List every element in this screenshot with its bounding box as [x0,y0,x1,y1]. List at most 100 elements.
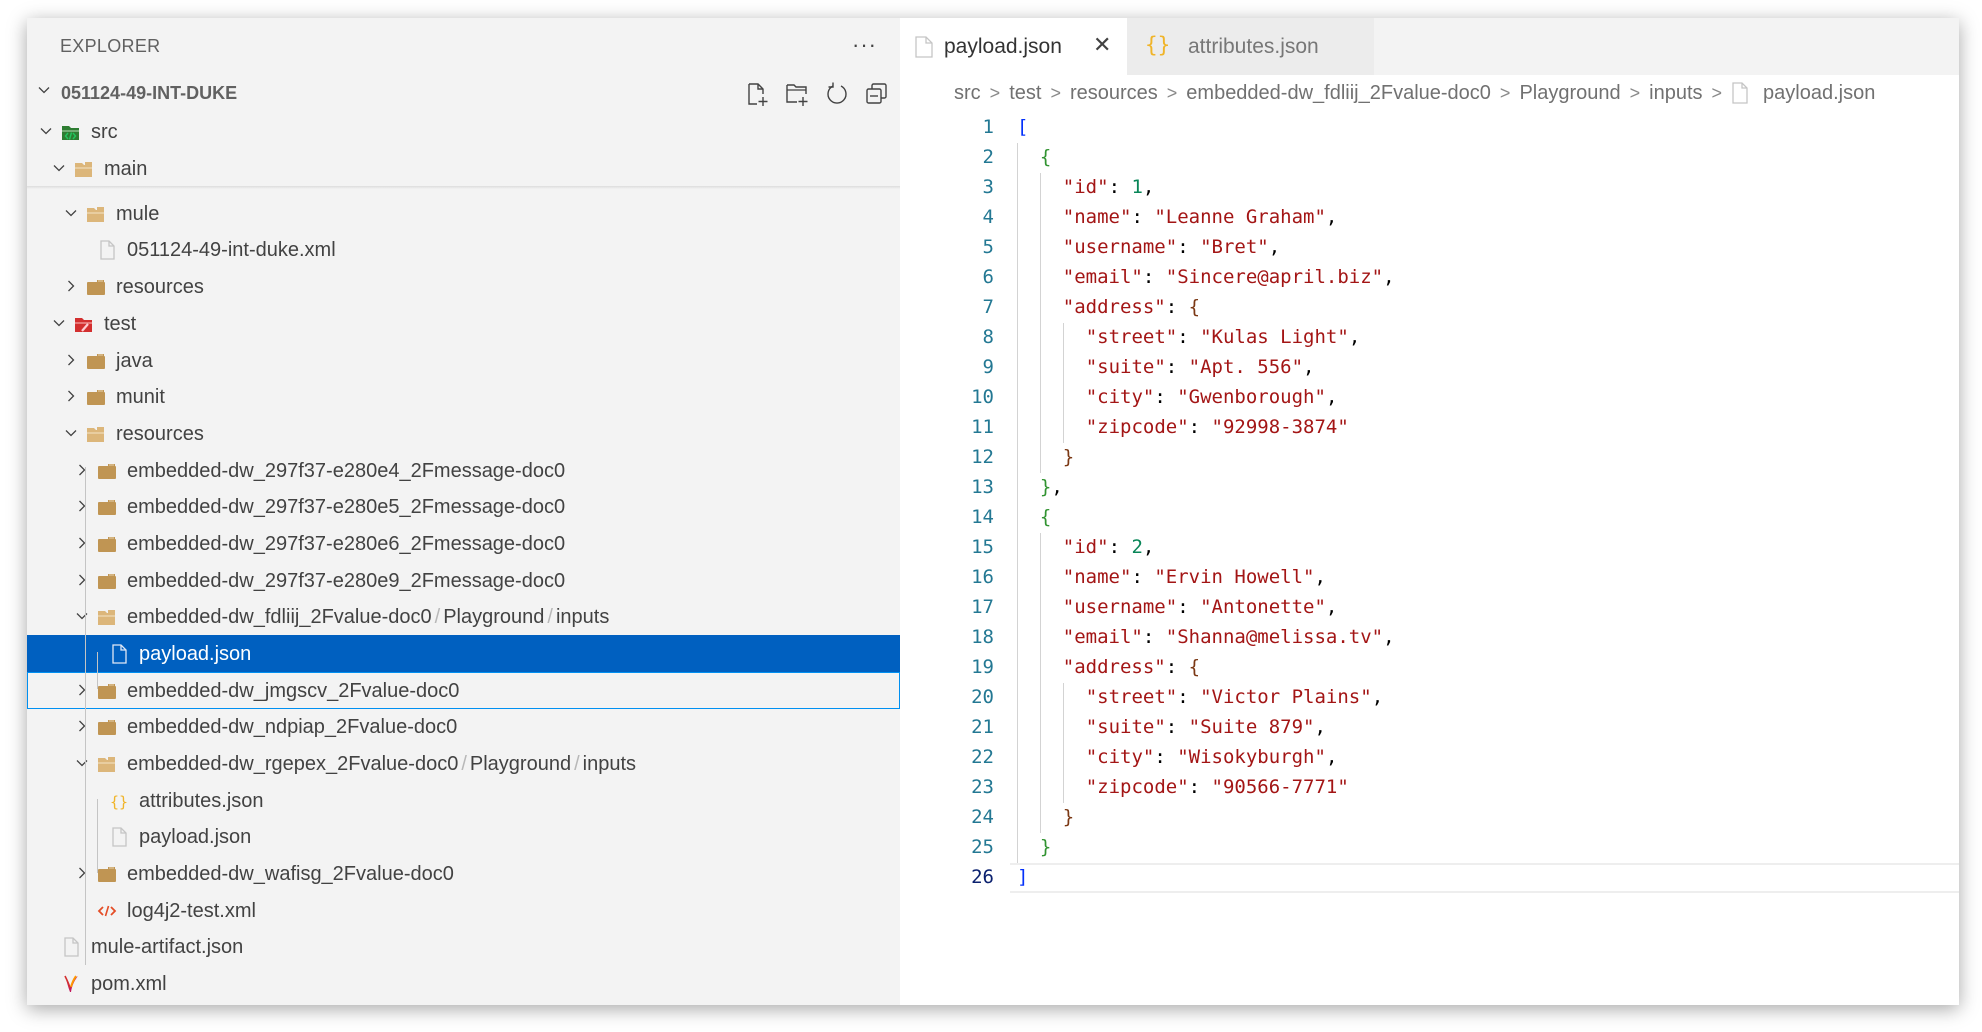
code-line[interactable]: 5 "username": "Bret", [900,233,1959,263]
chevron-right-icon[interactable] [75,499,89,513]
tree-file-item[interactable]: pom.xml [27,965,900,1002]
chevron-right-icon[interactable] [75,866,89,880]
chevron-down-icon[interactable] [39,124,53,138]
line-number: 14 [971,506,994,528]
code-line[interactable]: 14 { [900,503,1959,533]
breadcrumb-src[interactable]: src [954,82,981,105]
chevron-right-icon[interactable] [75,463,89,477]
bracket: { [1188,656,1201,678]
code-line[interactable]: 26] [900,863,1959,893]
compact-folder-segment[interactable]: Playground [443,606,544,628]
file-icon [915,36,933,58]
tree-file-item[interactable]: log4j2-test.xml [27,892,900,929]
chevron-right-icon[interactable] [75,683,89,697]
tree-folder-item[interactable]: embedded-dw_297f37-e280e9_2Fmessage-doc0 [27,562,900,599]
code-line[interactable]: 12} [900,443,1959,473]
code-line[interactable]: 24} [900,803,1959,833]
code-line[interactable]: 20 "street": "Victor Plains", [900,683,1959,713]
tree-file-item[interactable]: payload.json [27,635,900,672]
more-actions-button[interactable]: ··· [852,32,877,58]
tree-folder-item[interactable]: embedded-dw_297f37-e280e4_2Fmessage-doc0 [27,452,900,489]
tab-payload-json[interactable]: payload.json ✕ [900,18,1127,75]
json-string: "Bret" [1200,236,1269,258]
tree-folder-item[interactable]: mule [27,195,900,232]
code-text: "username": "Bret", [1063,236,1280,258]
chevron-down-icon[interactable] [75,609,89,623]
tree-folder-item[interactable]: embedded-dw_fdliij_2Fvalue-doc0/Playgrou… [27,598,900,635]
code-line[interactable]: 17 "username": "Antonette", [900,593,1959,623]
chevron-right-icon[interactable] [64,353,78,367]
breadcrumb-folder[interactable]: embedded-dw_fdliij_2Fvalue-doc0 [1186,82,1491,105]
tree-folder-item[interactable]: munit [27,378,900,415]
tree-folder-item[interactable]: test [27,305,900,342]
close-tab-icon[interactable]: ✕ [1093,32,1111,58]
new-file-icon[interactable] [744,81,770,107]
breadcrumb-inputs[interactable]: inputs [1649,82,1702,105]
code-line[interactable]: 4 "name": "Leanne Graham", [900,203,1959,233]
code-line[interactable]: 25} [900,833,1959,863]
chevron-down-icon[interactable] [75,756,89,770]
tree-item-name: munit [116,386,165,408]
breadcrumb-test[interactable]: test [1009,82,1041,105]
tree-file-item[interactable]: {} attributes.json [27,782,900,819]
new-folder-icon[interactable] [784,81,810,107]
code-line[interactable]: 3 "id": 1, [900,173,1959,203]
code-line[interactable]: 10 "city": "Gwenborough", [900,383,1959,413]
tree-item-name: embedded-dw_jmgscv_2Fvalue-doc0 [127,680,460,702]
tree-file-item[interactable]: mule-artifact.json [27,928,900,965]
code-line[interactable]: 22 "city": "Wisokyburgh", [900,743,1959,773]
code-line[interactable]: 21 "suite": "Suite 879", [900,713,1959,743]
chevron-right-icon[interactable] [64,279,78,293]
compact-folder-segment[interactable]: inputs [583,753,636,775]
chevron-right-icon[interactable] [64,389,78,403]
line-number: 19 [971,656,994,678]
indent-guide [1017,533,1018,563]
breadcrumb-file[interactable]: payload.json [1763,82,1875,105]
tree-folder-item[interactable]: embedded-dw_297f37-e280e5_2Fmessage-doc0 [27,488,900,525]
tree-folder-item[interactable]: embedded-dw_jmgscv_2Fvalue-doc0 [27,672,900,709]
code-line[interactable]: 6 "email": "Sincere@april.biz", [900,263,1959,293]
tree-folder-item[interactable]: embedded-dw_rgepex_2Fvalue-doc0/Playgrou… [27,745,900,782]
code-line[interactable]: 2{ [900,143,1959,173]
tree-folder-item[interactable]: embedded-dw_297f37-e280e6_2Fmessage-doc0 [27,525,900,562]
punctuation: : [1142,266,1166,288]
chevron-down-icon[interactable] [64,206,78,220]
collapse-all-icon[interactable] [864,81,890,107]
chevron-down-icon[interactable] [52,161,66,175]
tree-folder-item[interactable]: main [27,150,900,187]
tab-attributes-json[interactable]: {} attributes.json [1127,18,1374,75]
tree-folder-item[interactable]: embedded-dw_ndpiap_2Fvalue-doc0 [27,708,900,745]
tree-folder-item[interactable]: java [27,342,900,379]
code-line[interactable]: 23 "zipcode": "90566-7771" [900,773,1959,803]
chevron-down-icon[interactable] [64,426,78,440]
tree-file-item[interactable]: payload.json [27,818,900,855]
tree-folder-item[interactable]: embedded-dw_wafisg_2Fvalue-doc0 [27,855,900,892]
tree-item-label: java [116,350,153,373]
breadcrumb-playground[interactable]: Playground [1519,82,1620,105]
tree-folder-item[interactable]: resources [27,268,900,305]
refresh-icon[interactable] [824,81,850,107]
code-line[interactable]: 19 "address": { [900,653,1959,683]
code-line[interactable]: 1[ [900,113,1959,143]
code-line[interactable]: 11 "zipcode": "92998-3874" [900,413,1959,443]
code-line[interactable]: 13}, [900,473,1959,503]
breadcrumb-resources[interactable]: resources [1070,82,1158,105]
chevron-right-icon[interactable] [75,573,89,587]
chevron-down-icon[interactable] [52,316,66,330]
compact-folder-segment[interactable]: inputs [556,606,609,628]
chevron-right-icon[interactable] [75,719,89,733]
punctuation: : [1131,566,1155,588]
chevron-right-icon[interactable] [75,536,89,550]
code-line[interactable]: 9 "suite": "Apt. 556", [900,353,1959,383]
code-line[interactable]: 16 "name": "Ervin Howell", [900,563,1959,593]
code-line[interactable]: 18 "email": "Shanna@melissa.tv", [900,623,1959,653]
code-line[interactable]: 7 "address": { [900,293,1959,323]
code-line[interactable]: 8 "street": "Kulas Light", [900,323,1959,353]
tree-file-item[interactable]: 051124-49-int-duke.xml [27,231,900,268]
workspace-root[interactable]: 051124-49-INT-DUKE [27,75,900,112]
folder-icon [87,280,105,295]
tree-folder-item[interactable]: src [27,113,900,150]
compact-folder-segment[interactable]: Playground [470,753,571,775]
code-line[interactable]: 15 "id": 2, [900,533,1959,563]
tree-folder-item[interactable]: resources [27,415,900,452]
